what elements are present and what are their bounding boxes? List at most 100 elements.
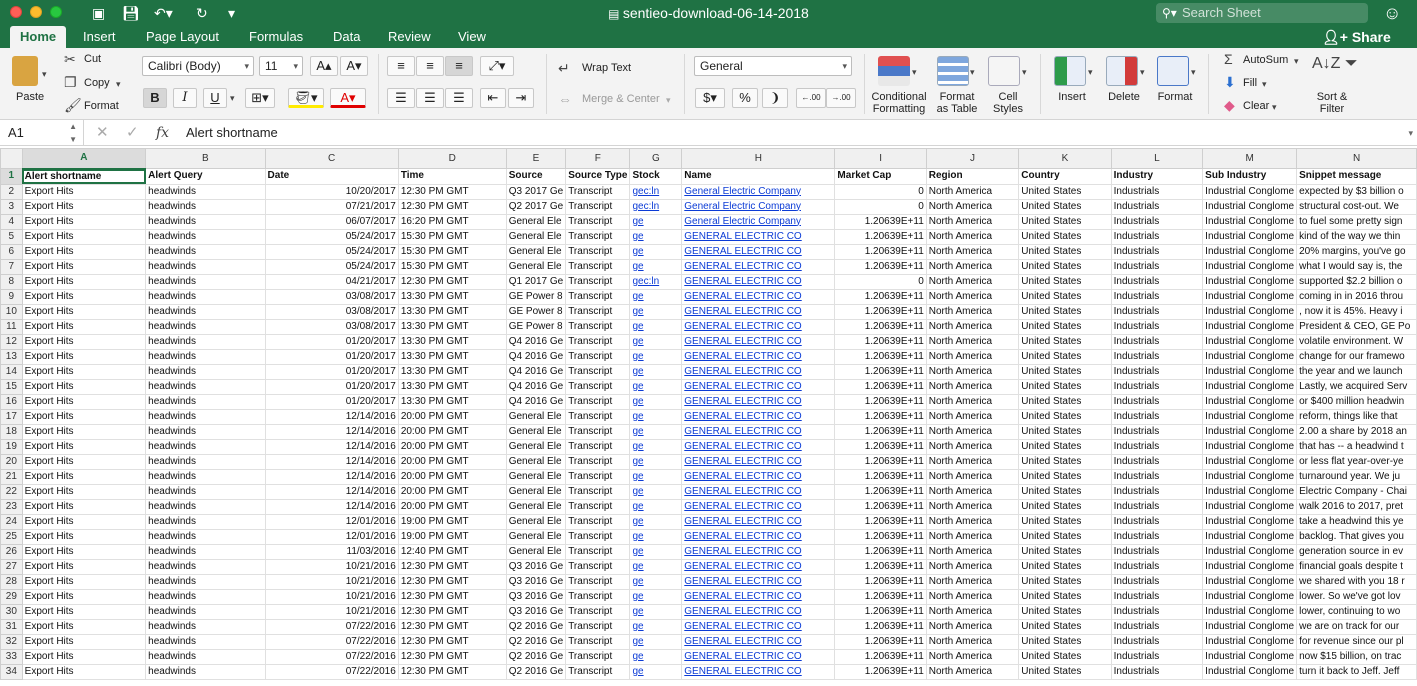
cell[interactable]: Export Hits bbox=[21, 543, 147, 560]
cell[interactable]: Export Hits bbox=[21, 213, 147, 230]
cell[interactable]: Industrial Conglome bbox=[1202, 333, 1298, 350]
fill-icon[interactable]: ⬇ bbox=[1224, 74, 1236, 90]
column-header-i[interactable]: I bbox=[834, 148, 927, 169]
cell[interactable]: North America bbox=[925, 483, 1020, 500]
hyperlink-cell[interactable]: GENERAL ELECTRIC CO bbox=[681, 543, 836, 560]
cell[interactable]: Industrial Conglome bbox=[1202, 453, 1298, 470]
hyperlink-cell[interactable]: GENERAL ELECTRIC CO bbox=[681, 603, 836, 620]
cell[interactable]: headwinds bbox=[145, 513, 266, 530]
cell[interactable]: 03/08/2017 bbox=[264, 318, 399, 335]
autosum-icon[interactable]: Σ bbox=[1224, 51, 1233, 67]
cell[interactable]: Transcript bbox=[565, 258, 631, 275]
autosum-button[interactable]: AutoSum bbox=[1243, 54, 1288, 66]
cell[interactable]: 12:40 PM GMT bbox=[397, 543, 507, 560]
cell[interactable]: headwinds bbox=[145, 243, 266, 260]
cell[interactable]: Transcript bbox=[565, 228, 631, 245]
font-size-select[interactable]: 11 ▾ bbox=[259, 56, 303, 76]
cell[interactable]: North America bbox=[925, 228, 1020, 245]
wrap-text-icon[interactable]: ↵ bbox=[558, 60, 570, 76]
cell[interactable]: 20:00 PM GMT bbox=[397, 408, 507, 425]
cell[interactable]: Export Hits bbox=[21, 528, 147, 545]
cell[interactable]: 1.20639E+11 bbox=[834, 393, 927, 410]
toggle-sidebar-icon[interactable]: ▣ bbox=[92, 4, 105, 22]
hyperlink-cell[interactable]: ge bbox=[629, 408, 683, 425]
fill-button[interactable]: Fill bbox=[1243, 77, 1257, 89]
cell[interactable]: Export Hits bbox=[21, 378, 147, 395]
format-table-dropdown-icon[interactable]: ▾ bbox=[970, 64, 975, 80]
cell[interactable]: 10/21/2016 bbox=[264, 603, 399, 620]
column-header-d[interactable]: D bbox=[397, 148, 507, 169]
formula-input[interactable]: Alert shortname bbox=[186, 120, 278, 146]
column-header-e[interactable]: E bbox=[505, 148, 567, 169]
cell[interactable]: Industrials bbox=[1110, 588, 1204, 605]
cell[interactable]: North America bbox=[925, 183, 1020, 200]
row-header[interactable]: 16 bbox=[0, 393, 23, 410]
cell[interactable]: 01/20/2017 bbox=[264, 333, 399, 350]
cell[interactable]: Industrials bbox=[1110, 498, 1204, 515]
cell[interactable]: 11/03/2016 bbox=[264, 543, 399, 560]
cell[interactable]: Q2 2017 Ge bbox=[505, 198, 567, 215]
expand-formula-bar-icon[interactable]: ▾ bbox=[1408, 120, 1413, 146]
cell[interactable]: United States bbox=[1018, 528, 1112, 545]
cell[interactable]: General Ele bbox=[505, 213, 567, 230]
cell[interactable]: financial goals despite t bbox=[1296, 558, 1417, 575]
cell[interactable]: Transcript bbox=[565, 303, 631, 320]
column-header-n[interactable]: N bbox=[1296, 148, 1417, 169]
cell[interactable]: North America bbox=[925, 318, 1020, 335]
sort-filter-icon[interactable]: A↓Z ⏷ bbox=[1312, 56, 1358, 72]
hyperlink-cell[interactable]: General Electric Company bbox=[681, 198, 836, 215]
hyperlink-cell[interactable]: ge bbox=[629, 558, 683, 575]
increase-decimal-button[interactable]: ←.00 bbox=[796, 88, 826, 108]
cell[interactable]: Transcript bbox=[565, 513, 631, 530]
format-painter-icon[interactable]: 🖌︎ bbox=[64, 97, 82, 113]
cell[interactable]: headwinds bbox=[145, 258, 266, 275]
cell[interactable]: North America bbox=[925, 528, 1020, 545]
number-format-select[interactable]: General ▾ bbox=[694, 56, 852, 76]
align-center-button[interactable]: ☰ bbox=[416, 88, 444, 108]
cell[interactable]: 1.20639E+11 bbox=[834, 423, 927, 440]
cell[interactable]: 15:30 PM GMT bbox=[397, 258, 507, 275]
cell[interactable]: 1.20639E+11 bbox=[834, 333, 927, 350]
row-header[interactable]: 6 bbox=[0, 243, 23, 260]
hyperlink-cell[interactable]: GENERAL ELECTRIC CO bbox=[681, 273, 836, 290]
cell[interactable]: 05/24/2017 bbox=[264, 243, 399, 260]
cell[interactable]: 13:30 PM GMT bbox=[397, 348, 507, 365]
undo-icon[interactable]: ↶▾ bbox=[154, 4, 173, 22]
cell[interactable]: Industrial Conglome bbox=[1202, 378, 1298, 395]
hyperlink-cell[interactable]: GENERAL ELECTRIC CO bbox=[681, 363, 836, 380]
cell[interactable]: Industrial Conglome bbox=[1202, 663, 1298, 680]
hyperlink-cell[interactable]: GENERAL ELECTRIC CO bbox=[681, 498, 836, 515]
cell[interactable]: General Ele bbox=[505, 408, 567, 425]
zoom-window-button[interactable] bbox=[50, 6, 62, 18]
underline-button[interactable]: U bbox=[203, 88, 227, 108]
insert-function-button[interactable]: fx bbox=[156, 120, 169, 146]
cell[interactable]: headwinds bbox=[145, 468, 266, 485]
cell[interactable]: GE Power 8 bbox=[505, 288, 567, 305]
merge-center-button[interactable]: Merge & Center bbox=[582, 93, 660, 105]
cell[interactable]: headwinds bbox=[145, 528, 266, 545]
hyperlink-cell[interactable]: GENERAL ELECTRIC CO bbox=[681, 648, 836, 665]
row-header[interactable]: 4 bbox=[0, 213, 23, 230]
hyperlink-cell[interactable]: ge bbox=[629, 618, 683, 635]
cell[interactable]: that has -- a headwind t bbox=[1296, 438, 1417, 455]
cell[interactable]: Industrial Conglome bbox=[1202, 243, 1298, 260]
cell[interactable]: United States bbox=[1018, 393, 1112, 410]
decrease-font-size-button[interactable]: A▾ bbox=[340, 56, 368, 76]
insert-cells-icon[interactable] bbox=[1054, 56, 1086, 86]
minimize-window-button[interactable] bbox=[30, 6, 42, 18]
cell[interactable]: North America bbox=[925, 573, 1020, 590]
cell[interactable]: 03/08/2017 bbox=[264, 303, 399, 320]
confirm-entry-icon[interactable]: ✓ bbox=[126, 120, 139, 146]
cell[interactable]: Q1 2017 Ge bbox=[505, 273, 567, 290]
row-header[interactable]: 10 bbox=[0, 303, 23, 320]
cell[interactable]: 12/14/2016 bbox=[264, 483, 399, 500]
cut-icon[interactable]: ✂ bbox=[64, 51, 76, 67]
hyperlink-cell[interactable]: ge bbox=[629, 468, 683, 485]
cell[interactable]: Export Hits bbox=[21, 483, 147, 500]
cell[interactable]: Industrials bbox=[1110, 288, 1204, 305]
cell[interactable]: Transcript bbox=[565, 408, 631, 425]
cell[interactable]: Export Hits bbox=[21, 318, 147, 335]
hyperlink-cell[interactable]: GENERAL ELECTRIC CO bbox=[681, 618, 836, 635]
cell[interactable]: United States bbox=[1018, 273, 1112, 290]
cell[interactable]: 20:00 PM GMT bbox=[397, 438, 507, 455]
